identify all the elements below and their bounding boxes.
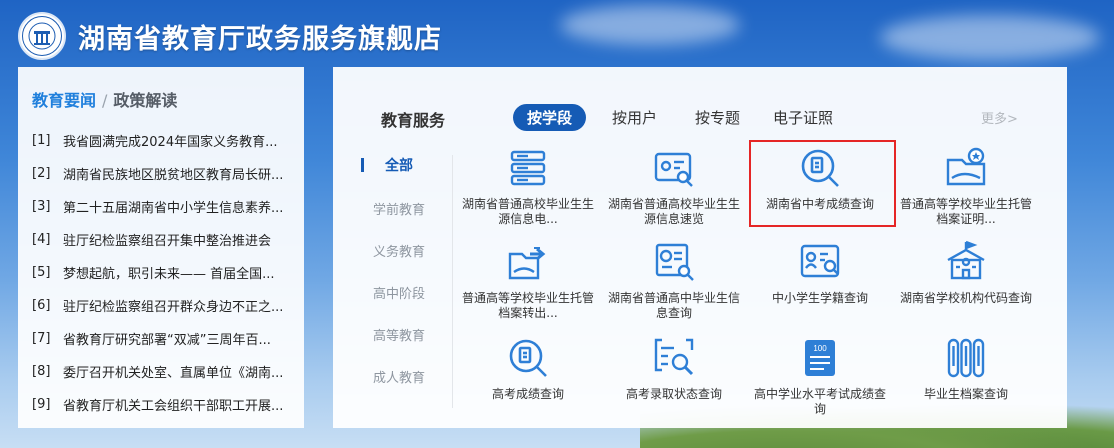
news-link[interactable]: 第二十五届湖南省中小学生信息素养... — [63, 197, 283, 216]
tab-e-certificate[interactable]: 电子证照 — [773, 104, 833, 131]
news-link[interactable]: 驻厅纪检监察组召开集中整治推进会 — [63, 230, 271, 249]
cloud-decoration — [560, 5, 740, 45]
news-item[interactable]: [4] 驻厅纪检监察组召开集中整治推进会 — [32, 223, 304, 256]
news-index: [4] — [32, 232, 51, 247]
news-link[interactable]: 湖南省民族地区脱贫地区教育局长研... — [63, 164, 283, 183]
service-label: 中小学生学籍查询 — [771, 291, 868, 305]
certificate-star-icon — [893, 145, 1039, 191]
service-label: 高考成绩查询 — [491, 387, 564, 401]
service-card[interactable]: 湖南省普通高校毕业生生源信息电... — [455, 145, 601, 227]
news-item[interactable]: [6] 驻厅纪检监察组召开群众身边不正之... — [32, 289, 304, 322]
category-all[interactable]: 全部 — [361, 155, 437, 175]
service-label: 湖南省学校机构代码查询 — [899, 291, 1032, 305]
news-link[interactable]: 省教育厅机关工会组织干部职工开展... — [63, 395, 283, 414]
news-item[interactable]: [9] 省教育厅机关工会组织干部职工开展... — [32, 388, 304, 421]
service-card[interactable]: 高考成绩查询 — [455, 335, 601, 417]
category-higher-education[interactable]: 高等教育 — [361, 325, 437, 344]
news-panel: 教育要闻 / 政策解读 [1] 我省圆满完成2024年国家义务教育... [2] 湖南省… — [18, 67, 304, 428]
category-adult-education[interactable]: 成人教育 — [361, 367, 437, 386]
school-building-icon — [893, 239, 1039, 285]
score-value: 100 — [813, 344, 827, 353]
document-search-icon — [455, 335, 601, 381]
news-link[interactable]: 驻厅纪检监察组召开群众身边不正之... — [63, 296, 283, 315]
news-list: [1] 我省圆满完成2024年国家义务教育... [2] 湖南省民族地区脱贫地区教育… — [32, 124, 304, 421]
news-index: [3] — [32, 199, 51, 214]
news-index: [8] — [32, 364, 51, 379]
service-card[interactable]: 普通高等学校毕业生托管档案证明... — [893, 145, 1039, 227]
news-item[interactable]: [3] 第二十五届湖南省中小学生信息素养... — [32, 190, 304, 223]
category-high-school[interactable]: 高中阶段 — [361, 283, 437, 302]
more-link[interactable]: 更多> — [981, 108, 1018, 127]
service-label: 湖南省普通高校毕业生生源信息速览 — [607, 197, 740, 226]
screen-search-icon — [601, 335, 747, 381]
news-item[interactable]: [2] 湖南省民族地区脱贫地区教育局长研... — [32, 157, 304, 190]
service-label: 湖南省普通高中毕业生信息查询 — [607, 291, 740, 320]
score-sheet-icon: 100 — [747, 335, 893, 381]
news-item[interactable]: [5] 梦想起航，职引未来—— 首届全国... — [32, 256, 304, 289]
tab-separator: / — [102, 91, 108, 110]
menu-divider — [452, 155, 453, 408]
site-title[interactable]: 湖南省教育厅政务服务旗舰店 — [78, 17, 442, 56]
service-label: 普通高等学校毕业生托管档案证明... — [899, 197, 1032, 226]
highlighted-service-outline — [749, 140, 896, 227]
id-card-search-icon — [601, 145, 747, 191]
news-link[interactable]: 我省圆满完成2024年国家义务教育... — [63, 131, 277, 150]
service-card[interactable]: 高考录取状态查询 — [601, 335, 747, 417]
service-card[interactable]: 100 高中学业水平考试成绩查询 — [747, 335, 893, 417]
news-index: [6] — [32, 298, 51, 313]
cloud-decoration — [880, 15, 1100, 60]
news-link[interactable]: 委厅召开机关处室、直属单位《湖南... — [63, 362, 283, 381]
service-label: 高中学业水平考试成绩查询 — [753, 387, 886, 416]
site-header: 湖南省教育厅政务服务旗舰店 — [18, 12, 442, 60]
service-card[interactable]: 中小学生学籍查询 — [747, 239, 893, 321]
archive-transfer-icon — [455, 239, 601, 285]
service-label: 湖南省普通高校毕业生生源信息电... — [461, 197, 594, 226]
news-index: [7] — [32, 331, 51, 346]
news-item[interactable]: [1] 我省圆满完成2024年国家义务教育... — [32, 124, 304, 157]
service-label: 普通高等学校毕业生托管档案转出... — [461, 291, 594, 320]
archive-rolls-icon — [893, 335, 1039, 381]
certificate-search-icon — [601, 239, 747, 285]
category-compulsory[interactable]: 义务教育 — [361, 241, 437, 260]
tab-by-topic[interactable]: 按专题 — [695, 104, 740, 131]
news-item[interactable]: [7] 省教育厅研究部署“双减”三周年百... — [32, 322, 304, 355]
news-link[interactable]: 省教育厅研究部署“双减”三周年百... — [63, 329, 271, 348]
tab-policy-interpretation[interactable]: 政策解读 — [113, 91, 177, 110]
service-card[interactable]: 毕业生档案查询 — [893, 335, 1039, 417]
education-services-panel: 教育服务 按学段 按用户 按专题 电子证照 更多> 全部 学前教育 义务教育 高… — [333, 67, 1067, 428]
news-index: [9] — [32, 397, 51, 412]
service-label: 毕业生档案查询 — [923, 387, 1008, 401]
education-bureau-emblem-icon[interactable] — [18, 12, 66, 60]
service-card[interactable]: 湖南省普通高校毕业生生源信息速览 — [601, 145, 747, 227]
services-title: 教育服务 — [381, 111, 446, 130]
database-stack-icon — [455, 145, 601, 191]
news-index: [1] — [32, 133, 51, 148]
student-record-search-icon — [747, 239, 893, 285]
tab-education-news[interactable]: 教育要闻 — [32, 91, 96, 110]
tab-by-user[interactable]: 按用户 — [612, 104, 657, 131]
news-link[interactable]: 梦想起航，职引未来—— 首届全国... — [63, 263, 275, 282]
tab-by-stage[interactable]: 按学段 — [513, 104, 587, 131]
news-index: [5] — [32, 265, 51, 280]
news-tabs: 教育要闻 / 政策解读 — [32, 87, 177, 111]
category-preschool[interactable]: 学前教育 — [361, 199, 437, 218]
news-item[interactable]: [8] 委厅召开机关处室、直属单位《湖南... — [32, 355, 304, 388]
service-card[interactable]: 普通高等学校毕业生托管档案转出... — [455, 239, 601, 321]
service-card[interactable]: 湖南省学校机构代码查询 — [893, 239, 1039, 321]
service-label: 高考录取状态查询 — [625, 387, 722, 401]
news-index: [2] — [32, 166, 51, 181]
service-card[interactable]: 湖南省普通高中毕业生信息查询 — [601, 239, 747, 321]
